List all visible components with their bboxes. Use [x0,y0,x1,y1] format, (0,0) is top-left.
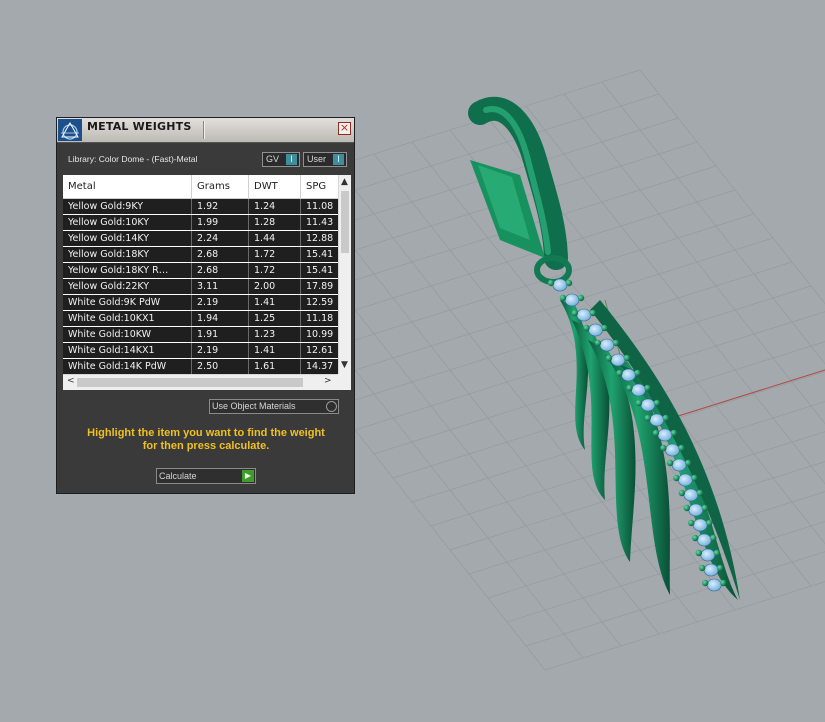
scroll-left-icon[interactable]: < [67,376,75,386]
spg-cell: 11.43 [306,217,334,228]
spg-cell: 12.88 [306,233,334,244]
library-label: Library: Color Dome - (Fast)-Metal [68,154,198,164]
grams-cell: 2.19 [192,343,249,358]
play-arrow-icon: ▶ [242,470,254,482]
user-toggle-label: User [307,154,327,164]
table-body: Yellow Gold:9KY 1.92 1.24 11.08 Yellow Gold… [63,199,338,374]
metal-cell: Yellow Gold:14KY [63,231,192,246]
radio-icon [326,401,337,412]
instruction-text: Highlight the item you want to find the … [67,427,345,453]
toggle-switch-icon: I [286,154,297,165]
grams-cell: 1.92 [192,199,249,214]
metal-weights-panel: METAL WEIGHTS × Library: Color Dome - (F… [56,117,355,494]
vertical-scrollbar[interactable]: ▲ ▼ [338,175,351,374]
panel-titlebar[interactable]: METAL WEIGHTS × [57,118,354,143]
scroll-up-icon[interactable]: ▲ [341,177,348,187]
scroll-right-icon[interactable]: > [324,376,332,386]
table-row[interactable]: White Gold:10KX1 1.94 1.25 11.18 [63,311,338,326]
table-row[interactable]: Yellow Gold:10KY 1.99 1.28 11.43 [63,215,338,230]
table-row[interactable]: White Gold:10KW 1.91 1.23 10.99 [63,327,338,342]
spg-cell: 14.37 [306,361,334,372]
dwt-cell: 1.25 [249,311,301,326]
scrollbar-corner [338,374,351,390]
use-object-materials-label: Use Object Materials [212,401,296,411]
metal-cell: Yellow Gold:22KY [63,279,192,294]
spg-cell: 17.89 [306,281,334,292]
metal-cell: White Gold:10KW [63,327,192,342]
table-row[interactable]: White Gold:14KX1 2.19 1.41 12.61 [63,343,338,358]
instruction-line-2: for then press calculate. [142,440,270,452]
column-header-metal[interactable]: Metal [63,175,192,198]
spg-cell: 12.61 [306,345,334,356]
spg-cell: 15.41 [306,265,334,276]
grams-cell: 2.68 [192,247,249,262]
table-header: Metal Grams DWT SPG [63,175,338,199]
dwt-cell: 1.72 [249,247,301,262]
grams-cell: 1.91 [192,327,249,342]
table-row[interactable]: Yellow Gold:18KY 2.68 1.72 15.41 [63,247,338,262]
toggle-switch-icon: I [333,154,344,165]
title-divider [203,121,205,139]
metal-cell: White Gold:14K PdW [63,359,192,374]
scroll-down-icon[interactable]: ▼ [341,360,348,370]
metal-cell: White Gold:9K PdW [63,295,192,310]
app-logo-icon [58,119,82,141]
use-object-materials-option[interactable]: Use Object Materials [209,399,339,414]
column-header-grams[interactable]: Grams [192,175,249,198]
metal-cell: Yellow Gold:18KY [63,247,192,262]
grams-cell: 2.24 [192,231,249,246]
metal-cell: White Gold:10KX1 [63,311,192,326]
metal-cell: Yellow Gold:9KY [63,199,192,214]
table-row[interactable]: Yellow Gold:14KY 2.24 1.44 12.88 [63,231,338,246]
instruction-line-1: Highlight the item you want to find the … [87,427,325,439]
dwt-cell: 1.44 [249,231,301,246]
horizontal-scrollbar[interactable]: < > [63,374,338,390]
spg-cell: 10.99 [306,329,334,340]
dwt-cell: 1.41 [249,295,301,310]
spg-cell: 11.08 [306,201,334,212]
metal-weights-table: Metal Grams DWT SPG Yellow Gold:9KY 1.92 1… [63,175,351,390]
close-icon[interactable]: × [338,122,351,135]
calculate-label: Calculate [159,471,197,481]
metal-cell: White Gold:14KX1 [63,343,192,358]
dwt-cell: 1.23 [249,327,301,342]
dwt-cell: 1.72 [249,263,301,278]
spg-cell: 15.41 [306,249,334,260]
grams-cell: 2.50 [192,359,249,374]
dwt-cell: 1.24 [249,199,301,214]
grams-cell: 1.99 [192,215,249,230]
grams-cell: 1.94 [192,311,249,326]
spg-cell: 12.59 [306,297,334,308]
grams-cell: 2.19 [192,295,249,310]
grams-cell: 2.68 [192,263,249,278]
metal-cell: Yellow Gold:18KY R… [63,263,192,278]
gv-toggle[interactable]: GV I [262,152,300,167]
metal-cell: Yellow Gold:10KY [63,215,192,230]
horizontal-scroll-thumb[interactable] [77,378,303,387]
column-header-dwt[interactable]: DWT [249,175,301,198]
grams-cell: 3.11 [192,279,249,294]
spg-cell: 11.18 [306,313,334,324]
table-row[interactable]: White Gold:9K PdW 2.19 1.41 12.59 [63,295,338,310]
user-toggle[interactable]: User I [303,152,347,167]
table-row[interactable]: Yellow Gold:18KY R… 2.68 1.72 15.41 [63,263,338,278]
table-row[interactable]: Yellow Gold:9KY 1.92 1.24 11.08 [63,199,338,214]
column-header-spg[interactable]: SPG [301,175,338,198]
dwt-cell: 1.41 [249,343,301,358]
dwt-cell: 2.00 [249,279,301,294]
gv-toggle-label: GV [266,154,280,164]
panel-title: METAL WEIGHTS [87,120,192,133]
table-row[interactable]: Yellow Gold:22KY 3.11 2.00 17.89 [63,279,338,294]
dwt-cell: 1.28 [249,215,301,230]
table-row[interactable]: White Gold:14K PdW 2.50 1.61 14.37 [63,359,338,374]
dwt-cell: 1.61 [249,359,301,374]
vertical-scroll-thumb[interactable] [341,191,349,253]
calculate-button[interactable]: Calculate ▶ [156,468,256,484]
